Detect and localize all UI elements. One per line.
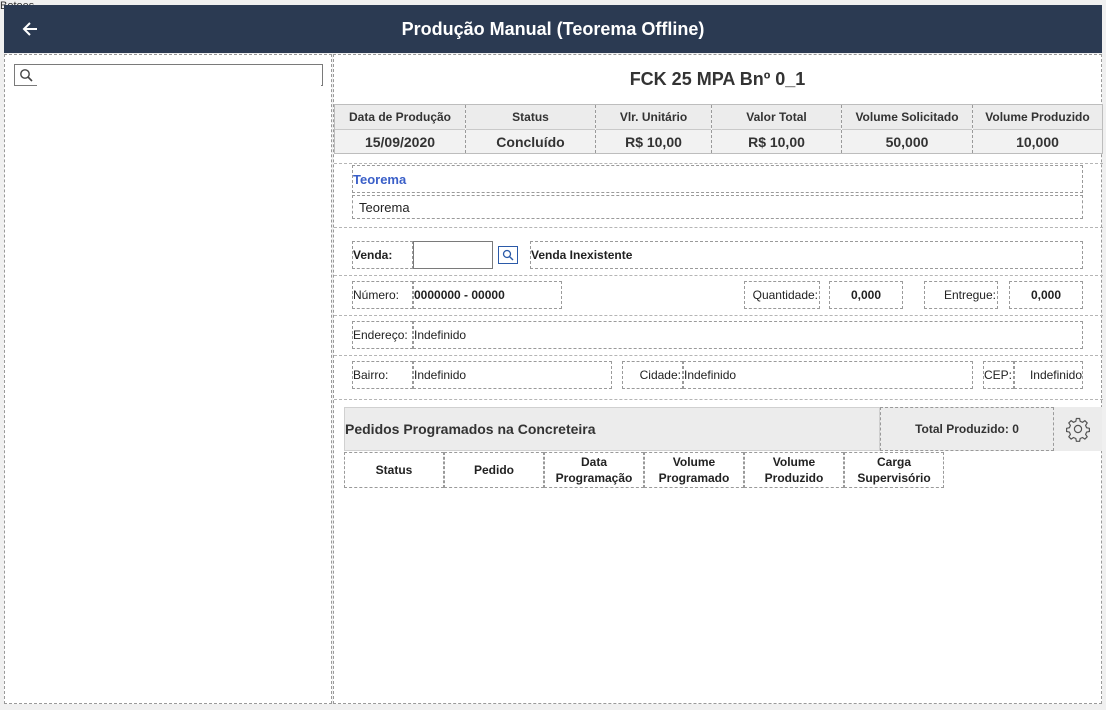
summary-col-vlr-unitario: Vlr. Unitário R$ 10,00	[596, 105, 712, 153]
product-title: FCK 25 MPA Bnº 0_1	[629, 69, 806, 89]
entregue-label: Entregue:	[943, 288, 996, 302]
search-icon	[20, 69, 33, 82]
summary-value: R$ 10,00	[748, 134, 805, 150]
endereco-label-box: Endereço:	[352, 321, 413, 349]
column-header-status[interactable]: Status	[344, 452, 444, 488]
summary-header: Valor Total	[712, 105, 841, 130]
divider	[334, 163, 1103, 164]
column-header-pedido[interactable]: Pedido	[444, 452, 544, 488]
bairro-label: Bairro:	[353, 368, 389, 382]
summary-header: Volume Solicitado	[842, 105, 972, 130]
divider	[334, 315, 1103, 316]
bairro-value: Indefinido	[414, 368, 467, 382]
bairro-value-box: Indefinido	[413, 361, 612, 389]
summary-header: Data de Produção	[335, 105, 465, 130]
cep-value-box: Indefinido	[1014, 361, 1083, 389]
cep-label: CEP:	[983, 368, 1012, 382]
section-value-box: Teorema	[352, 195, 1083, 219]
main-panel: FCK 25 MPA Bnº 0_1 Data de Produção 15/0…	[333, 54, 1103, 704]
venda-input[interactable]	[413, 241, 493, 269]
title-bar: Produção Manual (Teorema Offline)	[4, 5, 1102, 53]
cep-value: Indefinido	[1029, 368, 1082, 382]
quantidade-value: 0,000	[850, 288, 882, 302]
venda-status: Venda Inexistente	[531, 248, 633, 262]
venda-label: Venda:	[353, 248, 393, 262]
endereco-value: Indefinido	[414, 328, 467, 342]
section-title-box: Teorema	[352, 165, 1083, 193]
endereco-value-box: Indefinido	[413, 321, 1083, 349]
sidebar	[4, 54, 332, 704]
summary-table: Data de Produção 15/09/2020 Status Concl…	[334, 104, 1103, 154]
search-box[interactable]	[14, 64, 323, 86]
venda-label-box: Venda:	[352, 241, 413, 269]
search-icon	[502, 249, 514, 261]
venda-search-button[interactable]	[498, 246, 518, 264]
cep-label-box: CEP:	[983, 361, 1014, 389]
summary-col-volume-produzido: Volume Produzido 10,000	[973, 105, 1102, 153]
summary-value: Concluído	[496, 134, 565, 150]
numero-label-box: Número:	[352, 281, 413, 309]
endereco-label: Endereço:	[353, 328, 408, 342]
summary-header: Vlr. Unitário	[596, 105, 711, 130]
column-header-volume-programado[interactable]: Volume Programado	[644, 452, 744, 488]
pedidos-header: Pedidos Programados na Concreteira	[344, 407, 880, 451]
quantidade-label-box: Quantidade:	[744, 281, 820, 309]
pedidos-title: Pedidos Programados na Concreteira	[345, 421, 596, 437]
column-header-data-programacao[interactable]: Data Programação	[544, 452, 644, 488]
divider	[334, 355, 1103, 356]
summary-col-status: Status Concluído	[466, 105, 596, 153]
cidade-value: Indefinido	[684, 368, 737, 382]
numero-label: Número:	[353, 288, 400, 302]
column-header-volume-produzido[interactable]: Volume Produzido	[744, 452, 844, 488]
numero-value: 0000000 - 00000	[414, 288, 505, 302]
summary-col-volume-solicitado: Volume Solicitado 50,000	[842, 105, 973, 153]
total-produzido: Total Produzido: 0	[880, 407, 1054, 451]
cidade-value-box: Indefinido	[683, 361, 973, 389]
gear-icon	[1066, 417, 1090, 442]
entregue-value: 0,000	[1030, 288, 1062, 302]
summary-value: 10,000	[1016, 134, 1059, 150]
entregue-label-box: Entregue:	[924, 281, 998, 309]
divider	[334, 227, 1103, 228]
summary-value: 50,000	[885, 134, 929, 150]
divider	[334, 399, 1103, 400]
summary-header: Volume Produzido	[973, 105, 1102, 130]
summary-header: Status	[466, 105, 595, 130]
cidade-label-box: Cidade:	[622, 361, 683, 389]
summary-value: 15/09/2020	[364, 134, 436, 150]
column-header-carga-supervisorio[interactable]: Carga Supervisório	[844, 452, 944, 488]
search-input[interactable]	[37, 66, 321, 86]
settings-button[interactable]	[1054, 407, 1102, 451]
entregue-value-box: 0,000	[1009, 281, 1083, 309]
divider	[334, 275, 1103, 276]
page-title: Produção Manual (Teorema Offline)	[401, 19, 705, 39]
section-title: Teorema	[353, 171, 407, 187]
section-value: Teorema	[359, 199, 410, 215]
summary-col-valor-total: Valor Total R$ 10,00	[712, 105, 842, 153]
numero-value-box: 0000000 - 00000	[413, 281, 562, 309]
venda-status-box: Venda Inexistente	[530, 241, 1083, 269]
cidade-label: Cidade:	[639, 368, 681, 382]
quantidade-label: Quantidade:	[752, 288, 818, 302]
quantidade-value-box: 0,000	[829, 281, 903, 309]
bairro-label-box: Bairro:	[352, 361, 413, 389]
summary-value: R$ 10,00	[625, 134, 682, 150]
summary-col-data-producao: Data de Produção 15/09/2020	[335, 105, 466, 153]
